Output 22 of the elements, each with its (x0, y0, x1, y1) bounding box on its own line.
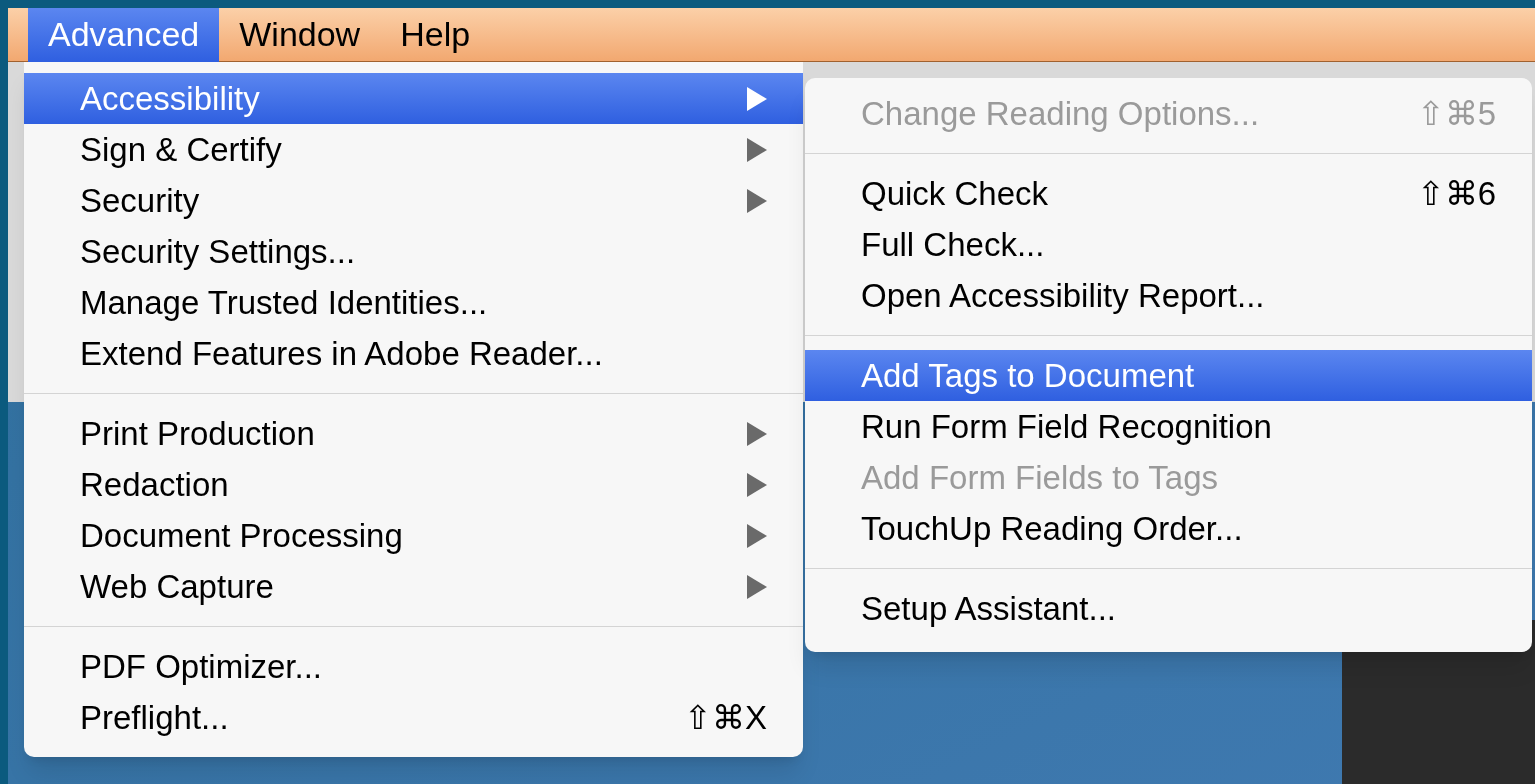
menu-bar-item[interactable]: Window (219, 7, 381, 62)
menu-item[interactable]: Run Form Field Recognition (805, 401, 1532, 452)
menu-item[interactable]: Open Accessibility Report... (805, 270, 1532, 321)
menu-item[interactable]: Security (24, 175, 803, 226)
menu-item[interactable]: Preflight... ⇧⌘X (24, 692, 803, 743)
menu-item[interactable]: Accessibility (24, 73, 803, 124)
menu-item[interactable]: Full Check... (805, 219, 1532, 270)
menu-item[interactable]: Security Settings... (24, 226, 803, 277)
menu-item[interactable]: Quick Check ⇧⌘6 (805, 168, 1532, 219)
menu-item[interactable]: Manage Trusted Identities... (24, 277, 803, 328)
menu-item[interactable]: Extend Features in Adobe Reader... (24, 328, 803, 379)
menu-item[interactable]: TouchUp Reading Order... (805, 503, 1532, 554)
menu-item[interactable]: Web Capture (24, 561, 803, 612)
menu-item[interactable]: Redaction (24, 459, 803, 510)
menu-item[interactable]: Sign & Certify (24, 124, 803, 175)
menu-item[interactable]: PDF Optimizer... (24, 641, 803, 692)
menu-item[interactable]: Print Production (24, 408, 803, 459)
menu-item[interactable]: Add Tags to Document (805, 350, 1532, 401)
menu-bar-item[interactable]: Advanced (28, 7, 220, 62)
menu-item[interactable]: Setup Assistant... (805, 583, 1532, 634)
menu-item[interactable]: Document Processing (24, 510, 803, 561)
menu-bar-item[interactable]: Help (380, 7, 491, 62)
